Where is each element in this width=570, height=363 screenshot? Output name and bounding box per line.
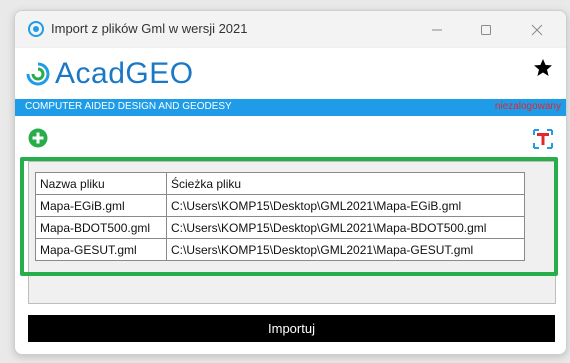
app-icon bbox=[28, 21, 44, 37]
brand-header: AcadGEO bbox=[15, 48, 566, 98]
table-highlight-frame bbox=[20, 157, 558, 276]
logo-mark-icon bbox=[26, 62, 50, 86]
minimize-icon[interactable] bbox=[415, 17, 459, 43]
add-circle-icon[interactable] bbox=[28, 128, 48, 148]
import-button[interactable]: Importuj bbox=[28, 315, 555, 342]
tagline: COMPUTER AIDED DESIGN AND GEODESY bbox=[25, 101, 232, 112]
logo-text: AcadGEO bbox=[55, 57, 194, 90]
maximize-icon[interactable] bbox=[464, 17, 508, 43]
t-icon[interactable] bbox=[532, 128, 554, 150]
close-icon[interactable] bbox=[515, 17, 559, 43]
star-icon[interactable] bbox=[533, 58, 553, 78]
brand-banner: COMPUTER AIDED DESIGN AND GEODESY niezal… bbox=[15, 99, 566, 116]
title-bar: Import z plików Gml w wersji 2021 bbox=[15, 11, 566, 48]
login-status[interactable]: niezalogowany bbox=[495, 101, 561, 112]
import-dialog: Import z plików Gml w wersji 2021 AcadGE… bbox=[14, 10, 567, 355]
window-title: Import z plików Gml w wersji 2021 bbox=[51, 21, 248, 36]
acadgeo-logo: AcadGEO bbox=[25, 57, 194, 91]
